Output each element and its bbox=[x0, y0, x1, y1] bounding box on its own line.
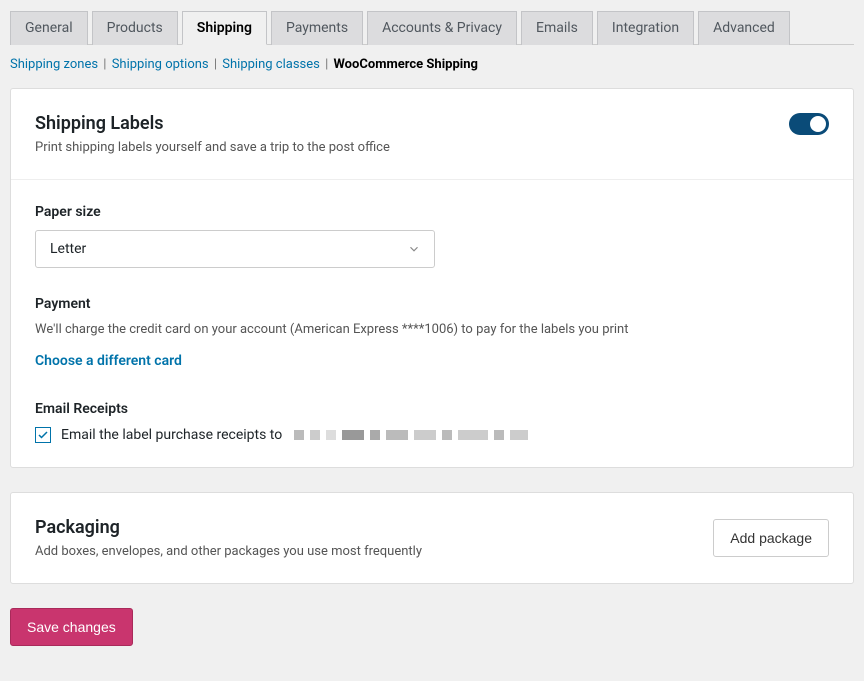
settings-tabs: General Products Shipping Payments Accou… bbox=[10, 10, 854, 45]
tab-emails[interactable]: Emails bbox=[521, 11, 593, 45]
choose-different-card-link[interactable]: Choose a different card bbox=[35, 353, 829, 369]
subnav-shipping-classes[interactable]: Shipping classes bbox=[222, 57, 320, 72]
shipping-labels-toggle[interactable] bbox=[789, 113, 829, 135]
email-receipts-text: Email the label purchase receipts to bbox=[61, 427, 282, 443]
separator: | bbox=[103, 57, 109, 72]
tab-advanced[interactable]: Advanced bbox=[698, 11, 790, 45]
shipping-labels-desc: Print shipping labels yourself and save … bbox=[35, 140, 390, 155]
tab-payments[interactable]: Payments bbox=[271, 11, 363, 45]
subnav-shipping-options[interactable]: Shipping options bbox=[112, 57, 209, 72]
packaging-desc: Add boxes, envelopes, and other packages… bbox=[35, 544, 422, 559]
separator: | bbox=[214, 57, 220, 72]
shipping-labels-title: Shipping Labels bbox=[35, 113, 390, 134]
subnav-current: WooCommerce Shipping bbox=[334, 57, 478, 72]
save-changes-button[interactable]: Save changes bbox=[10, 608, 133, 646]
add-package-button[interactable]: Add package bbox=[713, 519, 829, 557]
tab-shipping[interactable]: Shipping bbox=[182, 11, 267, 45]
packaging-title: Packaging bbox=[35, 517, 422, 538]
payment-description: We'll charge the credit card on your acc… bbox=[35, 322, 829, 337]
payment-label: Payment bbox=[35, 296, 829, 312]
tab-integration[interactable]: Integration bbox=[597, 11, 694, 45]
paper-size-label: Paper size bbox=[35, 204, 829, 220]
email-receipts-label: Email Receipts bbox=[35, 401, 829, 417]
paper-size-select[interactable]: Letter bbox=[35, 230, 435, 268]
tab-products[interactable]: Products bbox=[92, 11, 178, 45]
tab-general[interactable]: General bbox=[10, 11, 88, 45]
separator: | bbox=[325, 57, 331, 72]
email-receipts-checkbox[interactable] bbox=[35, 427, 51, 443]
shipping-subnav: Shipping zones | Shipping options | Ship… bbox=[10, 45, 854, 88]
shipping-labels-card: Shipping Labels Print shipping labels yo… bbox=[10, 88, 854, 468]
subnav-shipping-zones[interactable]: Shipping zones bbox=[10, 57, 98, 72]
redacted-email-address bbox=[294, 430, 528, 440]
tab-accounts-privacy[interactable]: Accounts & Privacy bbox=[367, 11, 517, 45]
packaging-card: Packaging Add boxes, envelopes, and othe… bbox=[10, 492, 854, 584]
toggle-knob bbox=[810, 116, 826, 132]
